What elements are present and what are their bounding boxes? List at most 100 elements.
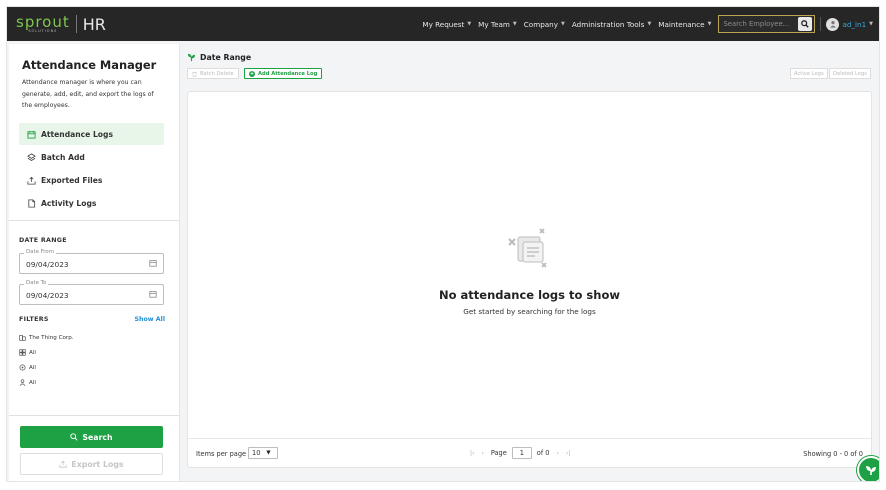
nav-my-team[interactable]: My Team ▼ (478, 20, 517, 29)
filter-label: All (29, 379, 36, 386)
filters-label: FILTERS (19, 316, 49, 323)
sidebar-item-batch-add[interactable]: Batch Add (19, 146, 164, 168)
sidebar-item-exported-files[interactable]: Exported Files (19, 169, 164, 191)
chevron-down-icon: ▼ (560, 21, 565, 27)
chevron-down-icon: ▼ (512, 21, 517, 27)
next-page-icon[interactable]: › (556, 450, 558, 457)
date-to-value: 09/04/2023 (26, 291, 69, 300)
items-per-page-label: Items per page (196, 450, 247, 458)
main-nav: My Request ▼ My Team ▼ Company ▼ Administra… (422, 15, 879, 33)
search-button[interactable] (798, 17, 813, 31)
nav-maintenance[interactable]: Maintenance ▼ (658, 20, 711, 29)
pagination-bar: Items per page 10 ▼ |‹ ‹ Page 1 of 0 › ›… (188, 438, 871, 468)
building-icon (19, 335, 26, 341)
calendar-icon[interactable] (149, 259, 157, 267)
sidebar-item-label: Attendance Logs (41, 129, 113, 139)
empty-state-subtitle: Get started by searching for the logs (463, 307, 596, 316)
filter-group[interactable]: All (19, 349, 36, 356)
sidebar-menu: Attendance Logs Batch Add Exported Files… (19, 123, 164, 215)
date-to-label: Date To (24, 280, 49, 286)
first-page-icon[interactable]: |‹ (470, 450, 474, 457)
chevron-down-icon: ▼ (467, 21, 472, 27)
layers-icon (27, 152, 36, 161)
add-log-label: Add Attendance Log (258, 70, 318, 77)
logo-mark: sprout SOLUTIONS (16, 12, 70, 33)
nav-label: Company (523, 19, 558, 29)
page-title: Attendance Manager (22, 58, 157, 72)
location-icon (19, 364, 26, 371)
prev-page-icon[interactable]: ‹ (481, 450, 483, 457)
search-icon (70, 433, 78, 441)
app-frame: sprout SOLUTIONS HR My Request ▼ My Team ▼… (6, 6, 880, 482)
tab-active-logs[interactable]: Active Logs (790, 68, 828, 79)
help-fab-button[interactable] (857, 456, 879, 481)
logo-divider (75, 15, 77, 33)
nav-administration-tools[interactable]: Administration Tools ▼ (572, 20, 651, 29)
chevron-down-icon: ▼ (869, 21, 873, 27)
page-input[interactable]: 1 (511, 447, 532, 459)
batch-delete-label: Batch Delete (200, 70, 234, 77)
sidebar-item-label: Batch Add (41, 152, 85, 162)
export-logs-button[interactable]: Export Logs (20, 453, 163, 475)
chevron-down-icon: ▼ (707, 21, 712, 27)
user-icon (830, 21, 836, 28)
trash-icon (192, 71, 197, 77)
sidebar: Attendance Manager Attendance manager is… (9, 44, 180, 481)
date-range-label: DATE RANGE (19, 237, 67, 244)
sidebar-divider (9, 220, 180, 221)
sidebar-divider (9, 415, 180, 416)
search-logs-button[interactable]: Search (20, 426, 163, 448)
date-from-label: Date From (24, 249, 56, 255)
calendar-icon[interactable] (149, 290, 157, 298)
batch-delete-button[interactable]: Batch Delete (187, 68, 239, 79)
export-button-label: Export Logs (71, 459, 124, 469)
filter-employee[interactable]: All (19, 379, 36, 386)
showing-count: Showing 0 - 0 of 0 (803, 450, 863, 458)
date-to-field[interactable]: Date To 09/04/2023 (19, 280, 164, 305)
user-menu[interactable]: ad_in1 ▼ (826, 17, 873, 31)
page-of: of 0 (536, 449, 550, 457)
nav-label: Administration Tools (571, 19, 645, 29)
search-icon (801, 20, 810, 28)
add-attendance-log-button[interactable]: + Add Attendance Log (244, 68, 323, 79)
filter-label: All (29, 349, 36, 356)
nav-label: My Request (422, 19, 465, 29)
page-description: Attendance manager is where you can gene… (22, 79, 154, 109)
empty-state-title: No attendance logs to show (439, 288, 620, 302)
date-from-value: 09/04/2023 (26, 260, 69, 269)
filter-location[interactable]: All (19, 364, 36, 371)
nav-divider (820, 17, 822, 31)
calendar-icon (27, 130, 36, 139)
show-all-link[interactable]: Show All (134, 316, 165, 323)
plus-icon: + (249, 70, 255, 77)
empty-state-icon (508, 228, 547, 268)
sidebar-item-activity-logs[interactable]: Activity Logs (19, 192, 164, 214)
last-page-icon[interactable]: ›| (566, 450, 570, 457)
sprout-logo-icon (866, 466, 876, 475)
sprout-icon (187, 53, 196, 62)
search-button-label: Search (82, 432, 113, 442)
filter-label: The Thing Corp. (29, 334, 74, 341)
chevron-down-icon: ▼ (647, 21, 652, 27)
nav-company[interactable]: Company ▼ (524, 20, 565, 29)
user-name: ad_in1 (842, 19, 867, 29)
tab-deleted-logs[interactable]: Deleted Logs (829, 68, 871, 79)
caret-down-icon: ▼ (266, 450, 271, 456)
employee-search-input[interactable] (719, 20, 798, 28)
logo-text: sprout (16, 12, 70, 31)
nav-label: My Team (478, 19, 510, 29)
product-name: HR (82, 14, 106, 34)
logs-panel: No attendance logs to show Get started b… (187, 91, 872, 468)
sidebar-item-label: Activity Logs (41, 198, 97, 208)
date-from-field[interactable]: Date From 09/04/2023 (19, 249, 164, 274)
group-icon (19, 349, 26, 356)
sidebar-item-label: Exported Files (41, 175, 103, 185)
nav-my-request[interactable]: My Request ▼ (422, 20, 471, 29)
items-per-page-select[interactable]: 10 ▼ (248, 447, 278, 459)
section-header: Date Range (187, 53, 251, 62)
sidebar-item-attendance-logs[interactable]: Attendance Logs (19, 123, 164, 145)
app-logo[interactable]: sprout SOLUTIONS HR (16, 12, 106, 34)
filter-label: All (29, 364, 36, 371)
top-navbar: sprout SOLUTIONS HR My Request ▼ My Team ▼… (7, 7, 879, 41)
filter-company[interactable]: The Thing Corp. (19, 334, 74, 341)
